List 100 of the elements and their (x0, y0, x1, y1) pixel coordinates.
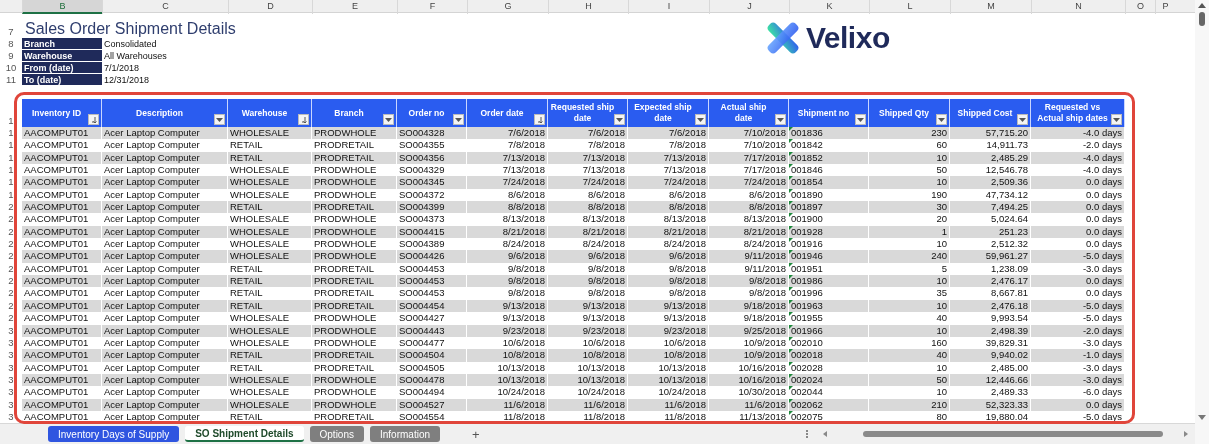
column-header[interactable]: Shipped Cost (950, 99, 1031, 127)
row-number: 2 (7, 213, 15, 226)
column-header[interactable]: Actual ship date (709, 99, 789, 127)
table-cell: 001946 (789, 250, 869, 263)
table-cell: RETAIL (228, 349, 312, 362)
column-header[interactable]: Order date (467, 99, 548, 127)
table-cell: 2,509.36 (950, 176, 1031, 189)
table-cell: 8/8/2018 (709, 201, 789, 214)
table-cell: -4.0 days (1031, 127, 1125, 140)
filter-button[interactable] (855, 114, 866, 125)
table-cell: AACOMPUT01 (22, 176, 102, 189)
filter-button[interactable] (695, 114, 706, 125)
filter-button[interactable] (936, 114, 947, 125)
row-number: 2 (7, 312, 15, 325)
column-header[interactable]: Requested ship date (548, 99, 628, 127)
column-header[interactable]: Warehouse (228, 99, 312, 127)
row-number: 2 (7, 225, 15, 239)
column-letter[interactable]: B (22, 0, 102, 14)
column-header[interactable]: Description (102, 99, 228, 127)
table-cell: 9,940.02 (950, 349, 1031, 362)
row-number: 2 (7, 250, 15, 263)
row-number: 1 (7, 151, 15, 165)
table-cell: PRODRETAIL (312, 201, 397, 214)
caret-icon (1019, 117, 1026, 122)
table-cell: -5.0 days (1031, 250, 1125, 263)
column-header[interactable]: Inventory ID (22, 99, 102, 127)
sort-arrow-icon (89, 115, 98, 124)
sheet-tab[interactable]: Options (309, 426, 364, 443)
column-header[interactable]: Requested vs Actual ship dates (1031, 99, 1125, 127)
filter-button[interactable] (775, 114, 786, 125)
table-cell: Acer Laptop Computer (102, 250, 228, 263)
sheet-tab[interactable]: Information (370, 426, 441, 443)
caret-icon (616, 117, 623, 122)
table-cell: RETAIL (228, 201, 312, 214)
row-number: 11 (5, 74, 17, 86)
table-cell: PRODWHOLE (312, 176, 397, 189)
row-number: 3 (7, 398, 15, 411)
row-number: 3 (7, 336, 15, 350)
column-letter[interactable]: O (1125, 0, 1155, 14)
vertical-scrollbar[interactable] (1195, 0, 1209, 444)
table-cell: AACOMPUT01 (22, 250, 102, 263)
column-letter[interactable]: C (102, 0, 228, 14)
column-header[interactable]: Expected ship date (628, 99, 709, 127)
filter-value: All Warehouses (103, 50, 168, 62)
column-letter[interactable]: I (628, 0, 709, 14)
table-cell: 9/6/2018 (628, 250, 709, 263)
table-cell: WHOLESALE (228, 250, 312, 263)
row-number: 1 (7, 127, 15, 140)
row-number: 2 (7, 275, 15, 288)
table-cell: 7/6/2018 (467, 127, 548, 140)
table-cell: 7/6/2018 (628, 127, 709, 140)
filter-button[interactable] (383, 114, 394, 125)
filter-button[interactable] (298, 114, 309, 125)
row-number: 3 (7, 349, 15, 362)
filter-label: To (date) (22, 74, 102, 86)
table-cell: 0.0 days (1031, 176, 1125, 189)
logo-text: Velixo (806, 22, 890, 53)
column-letter[interactable]: N (1031, 0, 1125, 14)
row-number: 3 (7, 386, 15, 399)
column-header[interactable]: Order no (397, 99, 467, 127)
column-header[interactable]: Shipped Qty (869, 99, 950, 127)
filter-button[interactable] (1111, 114, 1122, 125)
filter-button[interactable] (453, 114, 464, 125)
column-header[interactable]: Shipment no (789, 99, 869, 127)
caret-icon (1113, 117, 1120, 122)
row-number: 3 (7, 410, 15, 424)
column-letter[interactable]: J (709, 0, 789, 14)
column-letter[interactable]: K (789, 0, 869, 14)
sort-arrow-icon (299, 115, 308, 124)
report-title: Sales Order Shipment Details (24, 20, 237, 38)
column-letter[interactable]: H (548, 0, 628, 14)
caret-icon (938, 117, 945, 122)
table-cell: 7/10/2018 (709, 127, 789, 140)
filter-button[interactable] (534, 114, 545, 125)
column-header[interactable]: Branch (312, 99, 397, 127)
table-cell: Acer Laptop Computer (102, 127, 228, 140)
filter-button[interactable] (614, 114, 625, 125)
column-letter[interactable]: L (869, 0, 950, 14)
sheet-tab[interactable]: Inventory Days of Supply (48, 426, 180, 443)
table-cell: 9/6/2018 (467, 250, 548, 263)
row-number: 2 (7, 238, 15, 251)
row-number: 9 (7, 50, 15, 62)
table-cell: SO004328 (397, 127, 467, 140)
add-sheet-button[interactable]: + (468, 426, 484, 442)
sort-arrow-icon (535, 115, 544, 124)
table-cell: 40 (869, 349, 950, 362)
table-cell: SO004399 (397, 201, 467, 214)
column-letter[interactable]: D (228, 0, 312, 14)
row-number: 1 (7, 164, 15, 177)
column-letter[interactable]: M (950, 0, 1031, 14)
column-letter[interactable]: F (397, 0, 467, 14)
filter-button[interactable] (88, 114, 99, 125)
filter-button[interactable] (214, 114, 225, 125)
sheet-tab[interactable]: SO Shipment Details (185, 426, 304, 443)
column-letter[interactable]: P (1155, 0, 1175, 14)
filter-button[interactable] (1017, 114, 1028, 125)
table-cell: 001854 (789, 176, 869, 189)
column-letter[interactable]: G (467, 0, 548, 14)
table-cell: Acer Laptop Computer (102, 349, 228, 362)
column-letter[interactable]: E (312, 0, 397, 14)
